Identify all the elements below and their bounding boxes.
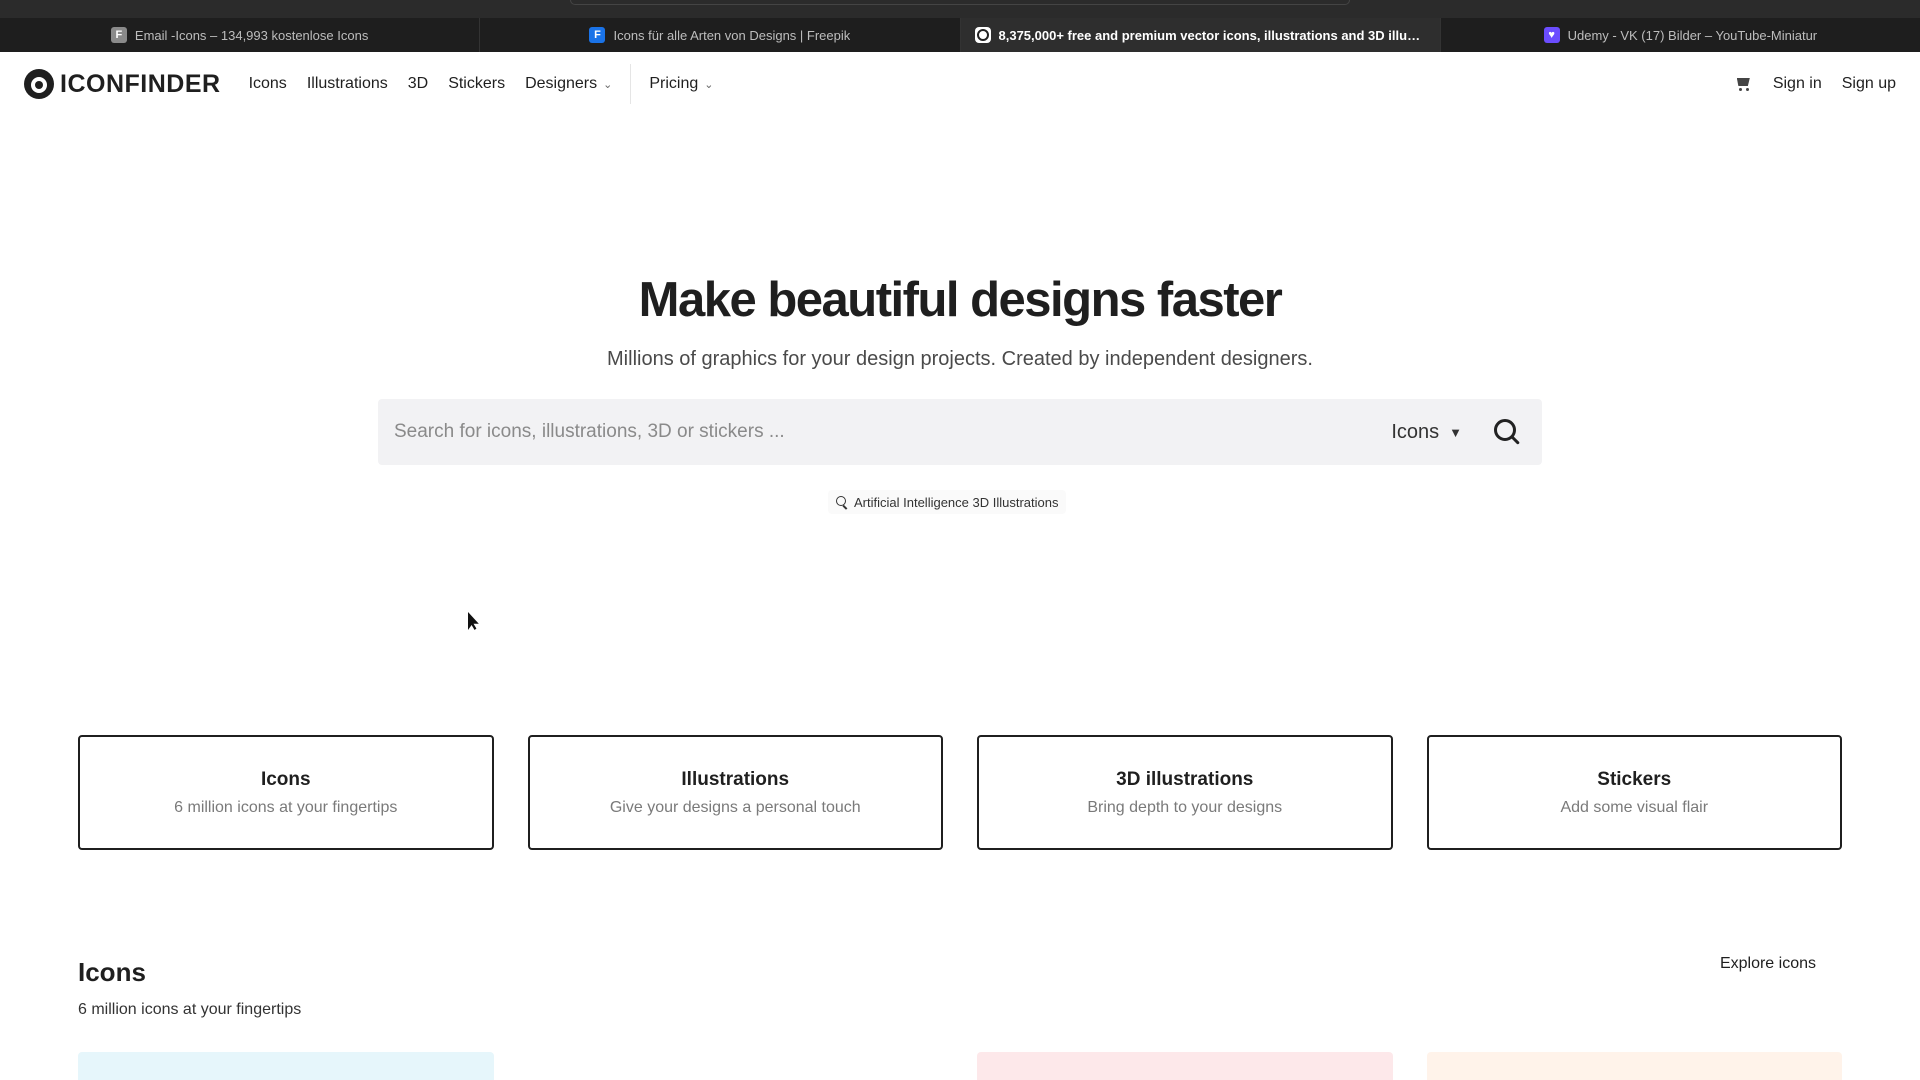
browser-tab-4[interactable]: ♥ Udemy - VK (17) Bilder – YouTube-Minia…: [1441, 18, 1920, 52]
nav-link-illustrations[interactable]: Illustrations: [307, 75, 388, 93]
search-icon: [836, 496, 848, 508]
mouse-cursor-icon: [468, 612, 479, 630]
hero-title-highlight: beautiful designs: [767, 273, 1146, 327]
icon-set-preview[interactable]: [977, 1052, 1393, 1080]
freepik-favicon-icon: F: [589, 27, 606, 43]
category-card-stickers[interactable]: Stickers Add some visual flair: [1426, 735, 1842, 850]
eye-logo-icon: [24, 69, 54, 99]
category-card-illustrations[interactable]: Illustrations Give your designs a person…: [527, 735, 943, 850]
sign-in-link[interactable]: Sign in: [1773, 75, 1822, 93]
chevron-down-icon: ⌄: [704, 78, 714, 91]
nav-divider: [630, 64, 632, 104]
search-bar: Icons ▼: [378, 399, 1542, 465]
nav-link-stickers[interactable]: Stickers: [448, 75, 505, 93]
card-title: Stickers: [1597, 768, 1672, 790]
search-suggestion-chip[interactable]: Artificial Intelligence 3D Illustrations: [828, 490, 1067, 514]
icon-set-preview[interactable]: [1426, 1052, 1842, 1080]
category-card-3d-illustrations[interactable]: 3D illustrations Bring depth to your des…: [977, 735, 1393, 850]
icon-set-preview[interactable]: [78, 1052, 494, 1080]
section-subtitle: 6 million icons at your fingertips: [78, 1001, 302, 1018]
iconfinder-logo[interactable]: ICONFINDER: [24, 69, 221, 99]
icon-set-previews: [78, 1052, 1842, 1080]
card-description: Bring depth to your designs: [1087, 798, 1283, 816]
nav-dropdown-label: Pricing: [649, 75, 699, 92]
hero-title: Make beautiful designs faster: [0, 272, 1920, 328]
iconfinder-favicon-icon: [974, 27, 991, 43]
card-description: Add some visual flair: [1560, 798, 1709, 816]
cart-icon[interactable]: [1735, 76, 1753, 92]
explore-icons-link[interactable]: Explore icons: [1720, 955, 1816, 973]
icon-set-preview[interactable]: [527, 1052, 943, 1080]
card-title: 3D illustrations: [1116, 768, 1254, 790]
section-title-icons: Icons: [78, 957, 146, 987]
search-type-value: Icons: [1391, 420, 1440, 443]
nav-right-group: Sign in Sign up: [1735, 75, 1896, 93]
card-title: Icons: [260, 768, 311, 790]
tab-title: Icons für alle Arten von Designs | Freep…: [613, 27, 851, 43]
tab-title: Udemy - VK (17) Bilder – YouTube-Miniatu…: [1567, 27, 1818, 43]
tab-title: 8,375,000+ free and premium vector icons…: [998, 27, 1426, 43]
category-cards: Icons 6 million icons at your fingertips…: [78, 735, 1842, 850]
hero-title-post: faster: [1144, 273, 1283, 327]
hero-subtitle: Millions of graphics for your design pro…: [607, 348, 1313, 370]
nav-link-icons[interactable]: Icons: [249, 75, 287, 93]
logo-text: ICONFINDER: [60, 69, 221, 98]
suggestion-label: Artificial Intelligence 3D Illustrations: [854, 494, 1059, 510]
chevron-down-icon: ⌄: [603, 78, 613, 91]
browser-top-bar: [0, 0, 1920, 18]
hero-title-pre: Make: [638, 273, 768, 327]
browser-tab-1[interactable]: F Email -Icons – 134,993 kostenlose Icon…: [0, 18, 481, 52]
browser-tab-bar: F Email -Icons – 134,993 kostenlose Icon…: [0, 18, 1920, 52]
freepik-favicon-icon: F: [110, 27, 127, 43]
nav-dropdown-designers[interactable]: Designers ⌄: [525, 75, 612, 93]
sign-up-link[interactable]: Sign up: [1842, 75, 1896, 93]
heart-favicon-icon: ♥: [1543, 27, 1560, 43]
browser-tab-2[interactable]: F Icons für alle Arten von Designs | Fre…: [480, 18, 961, 52]
chevron-down-icon: ▼: [1449, 424, 1462, 440]
search-input[interactable]: [378, 399, 1392, 465]
search-icon[interactable]: [1488, 414, 1524, 450]
site-header: ICONFINDER Icons Illustrations 3D Sticke…: [0, 52, 1920, 116]
browser-tab-3-active[interactable]: 8,375,000+ free and premium vector icons…: [960, 18, 1441, 52]
nav-dropdown-label: Designers: [525, 75, 598, 92]
card-title: Illustrations: [681, 768, 790, 790]
category-card-icons[interactable]: Icons 6 million icons at your fingertips: [78, 735, 494, 850]
nav-dropdown-pricing[interactable]: Pricing ⌄: [649, 75, 713, 93]
address-bar-edge: [570, 0, 1350, 5]
card-description: Give your designs a personal touch: [609, 798, 861, 816]
tab-title: Email -Icons – 134,993 kostenlose Icons: [134, 27, 369, 43]
card-description: 6 million icons at your fingertips: [174, 798, 398, 816]
nav-link-3d[interactable]: 3D: [408, 75, 428, 93]
search-type-select[interactable]: Icons ▼: [1391, 421, 1462, 444]
